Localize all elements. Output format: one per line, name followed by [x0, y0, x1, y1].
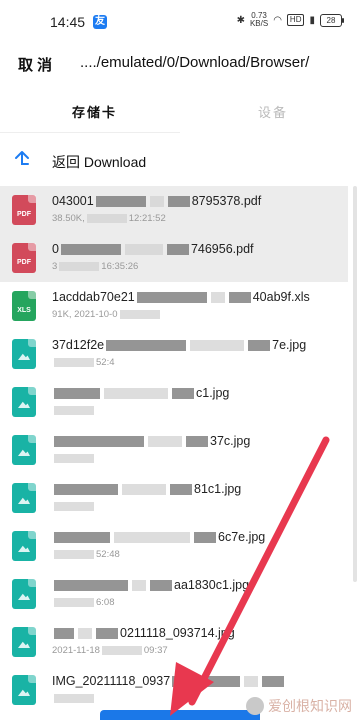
- network-speed: 0.73 KB/S: [249, 11, 269, 28]
- file-meta: 3 16:35:26: [52, 261, 139, 272]
- file-meta: 52:4: [52, 357, 115, 368]
- image-file-icon: [12, 339, 36, 369]
- signal-icon: ▮: [309, 14, 315, 26]
- pdf-file-icon: PDF: [12, 243, 36, 273]
- file-name: 0 746956.pdf: [52, 242, 254, 256]
- image-file-icon: [12, 579, 36, 609]
- file-row[interactable]: 37d12f2e 7e.jpg 52:4: [0, 330, 348, 378]
- hd-icon: HD: [286, 14, 305, 26]
- scrollbar[interactable]: [353, 186, 357, 582]
- tab-storage-card[interactable]: 存储卡: [72, 102, 117, 121]
- file-meta: [52, 453, 96, 464]
- file-row[interactable]: 6c7e.jpg 52:48: [0, 522, 348, 570]
- watermark: 爱创根知识网: [246, 696, 352, 716]
- file-name: 37c.jpg: [52, 434, 250, 448]
- current-path: ..../emulated/0/Download/Browser/: [80, 54, 310, 71]
- image-file-icon: [12, 675, 36, 705]
- image-file-icon: [12, 483, 36, 513]
- file-row[interactable]: 81c1.jpg: [0, 474, 348, 522]
- battery-icon: 28: [320, 13, 344, 27]
- back-to-download-row[interactable]: 返回 Download: [0, 140, 360, 182]
- file-name: aa1830c1.jpg: [52, 578, 249, 592]
- file-row[interactable]: 37c.jpg: [0, 426, 348, 474]
- status-time: 14:45: [50, 14, 86, 30]
- cancel-button[interactable]: 取 消: [18, 54, 52, 75]
- image-file-icon: [12, 531, 36, 561]
- file-row[interactable]: XLS 1acddab70e21 40ab9f.xls 91K, 2021-10-0: [0, 282, 348, 330]
- file-row[interactable]: 0211118_093714.jpg 2021-11-18 09:37: [0, 618, 348, 666]
- file-name: 37d12f2e 7e.jpg: [52, 338, 307, 352]
- file-row[interactable]: PDF 043001 8795378.pdf 38.50K, 12:21:52: [0, 186, 348, 234]
- file-name: c1.jpg: [52, 386, 229, 400]
- status-bar: 14:45 友 ✱ 0.73 KB/S ◠ HD ▮ 28: [0, 0, 360, 44]
- file-name: 043001 8795378.pdf: [52, 194, 262, 208]
- file-name: 1acddab70e21 40ab9f.xls: [52, 290, 310, 304]
- file-meta: [52, 501, 96, 512]
- confirm-button[interactable]: [100, 710, 260, 720]
- back-label: 返回 Download: [52, 154, 147, 170]
- bluetooth-icon: ✱: [236, 14, 245, 26]
- file-row[interactable]: c1.jpg: [0, 378, 348, 426]
- tab-device[interactable]: 设备: [258, 102, 288, 121]
- tab-divider: [0, 132, 180, 133]
- header: 取 消 ..../emulated/0/Download/Browser/: [0, 44, 360, 84]
- pdf-file-icon: PDF: [12, 195, 36, 225]
- file-meta: 52:48: [52, 549, 120, 560]
- file-meta: [52, 405, 96, 416]
- file-meta: [52, 693, 96, 704]
- status-icons: ✱ 0.73 KB/S ◠ HD ▮ 28: [236, 11, 344, 28]
- excel-file-icon: XLS: [12, 291, 36, 321]
- up-arrow-icon: [15, 151, 29, 165]
- file-meta: 6:08: [52, 597, 115, 608]
- file-name: 81c1.jpg: [52, 482, 241, 496]
- app-badge-icon: 友: [93, 15, 107, 29]
- file-name: IMG_20211118_0937: [52, 674, 286, 688]
- file-meta: 38.50K, 12:21:52: [52, 213, 166, 224]
- file-list: PDF 043001 8795378.pdf 38.50K, 12:21:52 PDF 0 7…: [0, 186, 348, 714]
- file-name: 0211118_093714.jpg: [52, 626, 235, 640]
- file-row[interactable]: PDF 0 746956.pdf 3 16:35:26: [0, 234, 348, 282]
- watermark-logo-icon: [246, 697, 264, 715]
- image-file-icon: [12, 627, 36, 657]
- file-row[interactable]: aa1830c1.jpg 6:08: [0, 570, 348, 618]
- storage-tabs: 存储卡 设备: [0, 92, 360, 133]
- image-file-icon: [12, 435, 36, 465]
- file-meta: 2021-11-18 09:37: [52, 645, 168, 656]
- wifi-icon: ◠: [273, 14, 282, 26]
- image-file-icon: [12, 387, 36, 417]
- watermark-text: 爱创根知识网: [268, 698, 352, 714]
- file-name: 6c7e.jpg: [52, 530, 265, 544]
- file-meta: 91K, 2021-10-0: [52, 309, 162, 320]
